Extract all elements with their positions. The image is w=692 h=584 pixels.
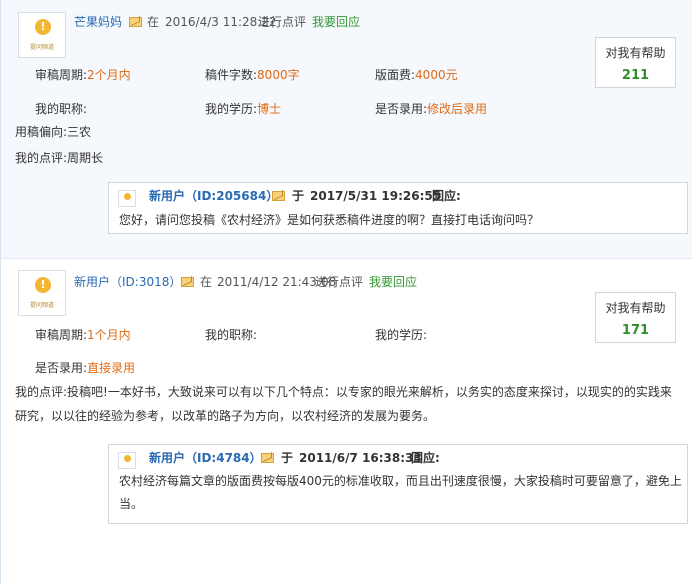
layout-fee-value: 4000元 [415, 68, 458, 82]
response-avatar [118, 452, 136, 469]
response-reply-label: 回应: [432, 189, 461, 203]
comment-label: 我的点评: [15, 385, 68, 399]
review-period-field: 审稿周期:2个月内 [35, 67, 131, 83]
review-period-value: 1个月内 [87, 328, 131, 342]
username-link[interactable]: 芒果妈妈 [74, 14, 122, 30]
exclamation-icon: ! [35, 277, 51, 293]
review-period-value: 2个月内 [87, 68, 131, 82]
at-text: 在 [200, 275, 213, 289]
accepted-field: 是否录用:直接录用 [35, 360, 135, 376]
comment-text: 投稿吧!一本好书，大致说来可以有以下几个特点：以专家的眼光来解析，以务实的态度来… [67, 385, 672, 399]
response-text: 您好，请问您投稿《农村经济》是如何获悉稿件进度的啊？直接打电话询问吗？ [119, 213, 540, 227]
mail-icon[interactable] [181, 277, 194, 287]
helpful-label: 对我有帮助 [605, 301, 666, 315]
response-box: 新用户（ID:4784） 于 2011/6/7 16:38:33 回应: 农村经… [108, 444, 688, 524]
review-period-label: 审稿周期: [35, 68, 88, 82]
accepted-field: 是否录用:修改后录用 [375, 101, 487, 117]
comment-label: 我的点评: [15, 151, 68, 165]
helpful-count: 211 [621, 68, 650, 83]
response-text-line: 农村经济每篇文章的版面费按每版400元的标准收取，而且出刊速度很慢，大家投稿时可… [119, 474, 682, 488]
bias-field: 用稿偏向:三农 [15, 124, 91, 140]
avatar-caption: 提问频道 [29, 302, 54, 309]
reply-link[interactable]: 我要回应 [312, 14, 360, 30]
mail-icon[interactable] [272, 191, 285, 201]
education-field: 我的学历:博士 [205, 101, 281, 117]
word-count-field: 稿件字数:8000字 [205, 67, 300, 83]
yu-text: 于 [292, 189, 305, 203]
comment-text: 周期长 [67, 151, 104, 165]
avatar[interactable]: ! 提问频道 [18, 270, 66, 316]
helpful-button[interactable]: 对我有帮助 171 [595, 292, 676, 343]
accepted-label: 是否录用: [35, 361, 88, 375]
response-text-line: 当。 [119, 497, 144, 511]
at-text: 在 [147, 15, 160, 29]
helpful-label: 对我有帮助 [605, 46, 666, 60]
review-entry: ! 提问频道 新用户（ID:3018） 在 2011/4/12 21:43:08… [0, 258, 692, 584]
avatar[interactable]: ! 提问频道 [18, 12, 66, 58]
title-label: 我的职称: [205, 328, 258, 342]
review-period-label: 审稿周期: [35, 328, 88, 342]
mail-icon[interactable] [261, 453, 274, 463]
word-count-label: 稿件字数: [205, 68, 258, 82]
helpful-button[interactable]: 对我有帮助 211 [595, 37, 676, 88]
username-link[interactable]: 新用户（ID:3018） [74, 274, 181, 290]
response-time: 2017/5/31 19:26:55 [310, 189, 442, 203]
avatar-caption: 提问频道 [29, 44, 54, 51]
response-text: 农村经济每篇文章的版面费按每版400元的标准收取，而且出刊速度很慢，大家投稿时可… [119, 470, 682, 516]
mail-icon[interactable] [129, 17, 142, 27]
review-action: 进行点评 [258, 15, 307, 29]
comment-field-continued: 研究，以以往的经验为参考，以改革的路子为方向，以农村经济的发展为要务。 [15, 408, 435, 424]
bias-label: 用稿偏向: [15, 125, 68, 139]
comment-field: 我的点评:投稿吧!一本好书，大致说来可以有以下几个特点：以专家的眼光来解析，以务… [15, 384, 672, 400]
response-avatar [118, 190, 136, 207]
review-action: 进行点评 [315, 275, 364, 289]
education-field: 我的学历: [375, 327, 427, 343]
title-label: 我的职称: [35, 102, 88, 116]
layout-fee-label: 版面费: [375, 68, 416, 82]
response-time: 2011/6/7 16:38:33 [299, 451, 422, 465]
response-reply-label: 回应: [411, 451, 440, 465]
layout-fee-field: 版面费:4000元 [375, 67, 458, 83]
response-username-link[interactable]: 新用户（ID:4784） [149, 450, 262, 466]
accepted-value: 修改后录用 [427, 102, 488, 116]
review-entry: ! 提问频道 芒果妈妈 在 2016/4/3 11:28:22 进行点评 我要回… [0, 0, 692, 258]
word-count-value: 8000字 [257, 68, 300, 82]
comment-field: 我的点评:周期长 [15, 150, 103, 166]
accepted-label: 是否录用: [375, 102, 428, 116]
reply-link[interactable]: 我要回应 [369, 274, 417, 290]
education-label: 我的学历: [205, 102, 258, 116]
accepted-value: 直接录用 [87, 361, 136, 375]
education-label: 我的学历: [375, 328, 428, 342]
title-field: 我的职称: [205, 327, 257, 343]
bias-value: 三农 [67, 125, 92, 139]
education-value: 博士 [257, 102, 282, 116]
comment-text: 研究，以以往的经验为参考，以改革的路子为方向，以农村经济的发展为要务。 [15, 409, 436, 423]
yu-text: 于 [281, 451, 294, 465]
exclamation-icon: ! [35, 19, 51, 35]
review-period-field: 审稿周期:1个月内 [35, 327, 131, 343]
response-username-link[interactable]: 新用户（ID:205684） [149, 188, 278, 204]
response-box: 新用户（ID:205684） 于 2017/5/31 19:26:55 回应: … [108, 182, 688, 234]
helpful-count: 171 [621, 323, 650, 338]
title-field: 我的职称: [35, 101, 87, 117]
